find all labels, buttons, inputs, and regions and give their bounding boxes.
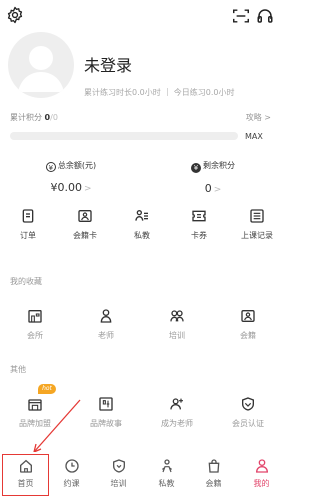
- tab-coach[interactable]: 私教: [143, 458, 190, 489]
- favorites-grid: 会所 老师 培训 会籍: [0, 308, 285, 348]
- schedule-icon: [64, 459, 79, 473]
- bag-icon: [208, 459, 219, 473]
- favorite-membership[interactable]: 会籍: [213, 308, 283, 341]
- quick-action-class-record[interactable]: 上课记录: [229, 208, 285, 241]
- become-teacher-icon: [170, 398, 183, 410]
- yuan-coin-icon: ¥: [45, 162, 56, 172]
- total-practice-time: 累计练习时长0.0小时: [84, 88, 161, 97]
- others-section-title: 其他: [10, 365, 26, 374]
- balance-section: ¥ 总余额(元) ¥0.00 > ¥ 剩余积分 0 >: [0, 160, 285, 200]
- points-row: 累计积分 0/0 攻略 >: [10, 110, 275, 124]
- favorite-label: 培训: [169, 331, 185, 340]
- profile-header[interactable]: 未登录 累计练习时长0.0小时 今日练习0.0小时: [0, 12, 285, 112]
- others-label: 成为老师: [161, 419, 193, 428]
- become-teacher[interactable]: 成为老师: [142, 396, 212, 429]
- user-avatar-icon[interactable]: [8, 32, 74, 98]
- teacher-icon: [100, 309, 112, 323]
- favorite-training[interactable]: 培训: [142, 308, 212, 341]
- tab-label: 私教: [158, 479, 175, 488]
- quick-action-label: 私教: [134, 231, 150, 240]
- tab-label: 约课: [63, 479, 80, 488]
- chevron-right-icon: >: [83, 184, 92, 194]
- others-grid: hot 品牌加盟 品牌故事 成为老师 会员认证: [0, 384, 285, 436]
- home-icon: [19, 459, 32, 473]
- tab-home[interactable]: 首页: [2, 454, 49, 496]
- brand-story-icon: [99, 397, 113, 411]
- quick-action-private-coach[interactable]: 私教: [114, 208, 170, 241]
- favorite-label: 老师: [98, 331, 114, 340]
- brand-join-icon: [28, 399, 42, 411]
- favorite-label: 会所: [27, 331, 43, 340]
- quick-action-label: 订单: [20, 231, 36, 240]
- quick-action-label: 上课记录: [241, 231, 273, 240]
- remaining-points[interactable]: ¥ 剩余积分 0 >: [142, 160, 284, 195]
- points-guide-link[interactable]: 攻略 >: [246, 112, 271, 123]
- favorite-teacher[interactable]: 老师: [71, 308, 141, 341]
- quick-action-coupon[interactable]: 卡券: [171, 208, 227, 241]
- training-tab-icon: [112, 459, 125, 473]
- member-verify[interactable]: 会员认证: [213, 396, 283, 429]
- favorite-club[interactable]: 会所: [0, 308, 70, 341]
- brand-join[interactable]: hot 品牌加盟: [0, 384, 70, 429]
- quick-actions: 订单 会籍卡 私教 卡券 上课记录: [0, 208, 285, 248]
- today-practice-time: 今日练习0.0小时: [173, 88, 235, 97]
- remaining-points-value: 0: [204, 182, 212, 195]
- brand-story[interactable]: 品牌故事: [71, 396, 141, 429]
- quick-action-label: 卡券: [191, 231, 207, 240]
- membership-card-icon: [78, 210, 92, 222]
- training-icon: [170, 310, 184, 322]
- total-balance-title: 总余额(元): [57, 161, 97, 170]
- quick-action-membership-card[interactable]: 会籍卡: [57, 208, 113, 241]
- tab-label: 会籍: [205, 479, 222, 488]
- tab-label: 首页: [17, 479, 34, 488]
- chevron-right-icon: >: [213, 185, 222, 195]
- tab-label: 我的: [253, 479, 270, 488]
- favorites-section-title: 我的收藏: [10, 277, 42, 286]
- tab-membership[interactable]: 会籍: [190, 458, 237, 489]
- hot-badge: hot: [38, 384, 56, 394]
- tab-schedule[interactable]: 约课: [48, 458, 95, 489]
- class-record-icon: [250, 209, 264, 223]
- login-status[interactable]: 未登录: [84, 52, 132, 76]
- tab-mine[interactable]: 我的: [238, 458, 285, 489]
- membership-icon: [241, 310, 255, 322]
- total-balance-value: ¥0.00: [50, 181, 82, 194]
- coach-tab-icon: [161, 459, 172, 473]
- bottom-tab-bar: 首页 约课 培训 私教 会籍 我的: [0, 452, 285, 500]
- private-coach-icon: [135, 210, 148, 221]
- quick-action-label: 会籍卡: [73, 231, 97, 240]
- others-label: 会员认证: [232, 419, 264, 428]
- points-coin-icon: ¥: [191, 163, 201, 173]
- club-icon: [28, 310, 42, 323]
- favorite-label: 会籍: [240, 331, 256, 340]
- coupon-icon: [192, 210, 206, 222]
- tab-label: 培训: [110, 479, 127, 488]
- tab-training[interactable]: 培训: [95, 458, 142, 489]
- remaining-points-title: 剩余积分: [203, 161, 235, 170]
- others-label: 品牌加盟: [19, 419, 51, 428]
- order-icon: [22, 209, 34, 223]
- points-progress-bar: [10, 132, 238, 140]
- practice-stats: 累计练习时长0.0小时 今日练习0.0小时: [84, 87, 234, 98]
- total-balance[interactable]: ¥ 总余额(元) ¥0.00 >: [0, 160, 142, 194]
- points-max: /0: [50, 113, 58, 122]
- quick-action-order[interactable]: 订单: [0, 208, 56, 241]
- others-label: 品牌故事: [90, 419, 122, 428]
- points-label: 累计积分 0/0: [10, 113, 58, 122]
- profile-tab-icon: [255, 459, 268, 473]
- member-verify-icon: [242, 397, 254, 411]
- progress-max-label: MAX: [245, 132, 263, 141]
- stats-divider: [166, 88, 168, 96]
